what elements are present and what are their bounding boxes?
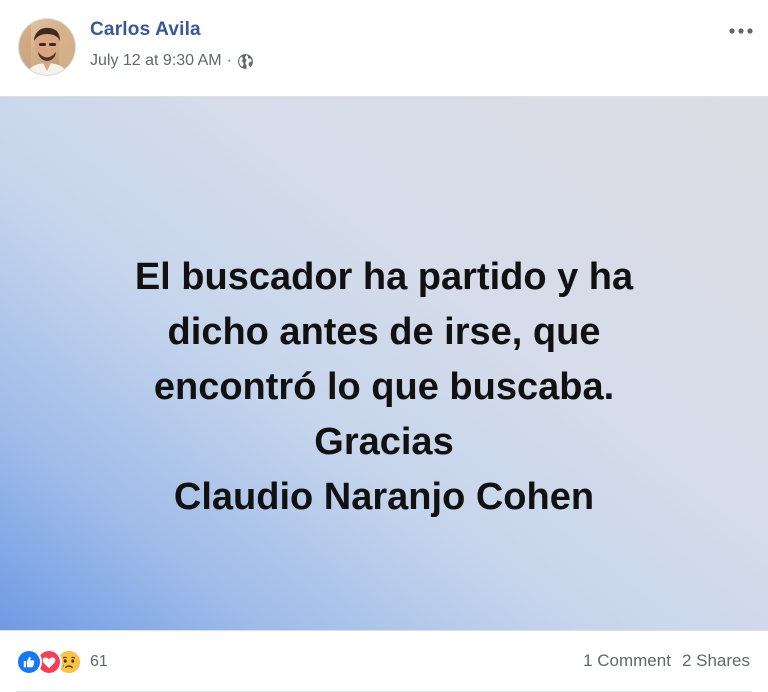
status-line: Claudio Naranjo Cohen <box>173 476 595 518</box>
author-name[interactable]: Carlos Avila <box>90 19 201 41</box>
status-background-card: El buscador ha partido y ha dicho antes … <box>0 96 768 631</box>
status-line: encontró lo que buscaba. <box>153 366 615 408</box>
shares-count-link[interactable]: 2 Shares <box>682 651 750 671</box>
reaction-count[interactable]: 61 <box>90 653 108 671</box>
status-line: Gracias <box>314 421 454 463</box>
avatar[interactable] <box>18 18 76 76</box>
status-text: El buscador ha partido y ha dicho antes … <box>74 250 694 525</box>
post-meta: July 12 at 9:30 AM · <box>90 52 254 70</box>
engagement-summary: 1 Comment 2 Shares <box>583 651 750 671</box>
like-reaction-icon <box>16 649 42 675</box>
more-options-icon[interactable] <box>726 20 756 42</box>
post-timestamp[interactable]: July 12 at 9:30 AM <box>90 52 222 70</box>
status-line: dicho antes de irse, que <box>167 311 601 353</box>
globe-icon[interactable] <box>237 53 254 70</box>
reactions-summary[interactable]: 61 <box>16 649 108 675</box>
post-card: Carlos Avila July 12 at 9:30 AM · El bus… <box>0 0 768 692</box>
comments-count-link[interactable]: 1 Comment <box>583 651 671 671</box>
status-line: El buscador ha partido y ha <box>134 256 634 298</box>
post-header: Carlos Avila July 12 at 9:30 AM · <box>0 0 768 96</box>
meta-separator: · <box>226 52 232 69</box>
post-footer: 61 1 Comment 2 Shares <box>0 631 768 692</box>
